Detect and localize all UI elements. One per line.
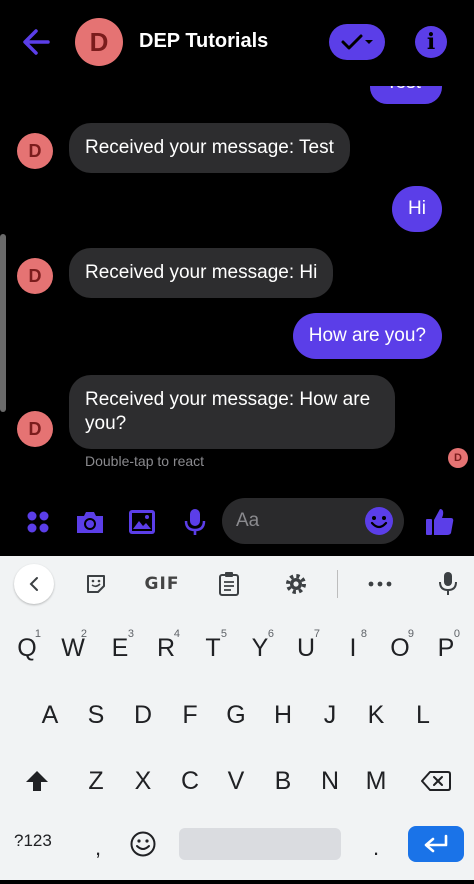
key-i[interactable]: I8 <box>333 622 373 674</box>
comma-key[interactable]: , <box>78 822 118 874</box>
backspace-icon[interactable] <box>414 755 458 807</box>
key-v[interactable]: V <box>216 755 256 807</box>
outgoing-message[interactable]: How are you? <box>292 313 442 359</box>
key-k[interactable]: K <box>356 689 396 741</box>
key-y[interactable]: Y6 <box>240 622 280 674</box>
symbols-key[interactable]: ?123 <box>14 831 52 851</box>
incoming-message[interactable]: Received your message: Hi <box>69 248 334 298</box>
key-h[interactable]: H <box>263 689 303 741</box>
gif-button[interactable]: GIF <box>138 568 186 600</box>
camera-icon[interactable] <box>72 504 108 540</box>
key-w[interactable]: W2 <box>53 622 93 674</box>
message-list[interactable]: Test D Received your message: Test Hi D … <box>0 86 474 496</box>
key-t[interactable]: T5 <box>193 622 233 674</box>
gallery-icon[interactable] <box>124 504 160 540</box>
keyboard-toolbar: GIF <box>0 556 474 612</box>
incoming-message[interactable]: Received your message: How are you? <box>69 375 395 449</box>
key-m[interactable]: M <box>356 755 396 807</box>
clipboard-icon[interactable] <box>213 568 245 600</box>
react-hint: Double-tap to react <box>85 453 205 469</box>
chevron-left-icon[interactable] <box>14 564 54 604</box>
seen-indicator-avatar: D <box>448 448 468 468</box>
message-input-box[interactable] <box>222 498 404 544</box>
message-input[interactable] <box>236 508 356 534</box>
outgoing-message[interactable]: Test <box>370 86 442 104</box>
enter-arrow-icon <box>424 834 448 853</box>
contact-name[interactable]: DEP Tutorials <box>139 30 268 53</box>
contact-avatar[interactable]: D <box>75 18 123 66</box>
check-dropdown-icon <box>341 34 373 50</box>
key-a[interactable]: A <box>30 689 70 741</box>
key-d[interactable]: D <box>123 689 163 741</box>
sender-avatar: D <box>17 258 53 294</box>
key-o[interactable]: O9 <box>380 622 420 674</box>
key-c[interactable]: C <box>170 755 210 807</box>
more-options-icon[interactable] <box>364 568 396 600</box>
emoji-icon[interactable] <box>364 506 394 536</box>
toolbar-divider <box>337 570 338 598</box>
apps-grid-icon[interactable] <box>20 504 56 540</box>
system-nav-bar <box>0 880 474 884</box>
sender-avatar: D <box>17 411 53 447</box>
key-n[interactable]: N <box>310 755 350 807</box>
enter-key[interactable] <box>408 826 464 862</box>
composer-bar <box>0 496 474 556</box>
sender-avatar: D <box>17 133 53 169</box>
key-q[interactable]: Q1 <box>7 622 47 674</box>
sticker-icon[interactable] <box>80 568 112 600</box>
info-icon[interactable]: i <box>415 26 447 58</box>
key-p[interactable]: P0 <box>426 622 466 674</box>
key-r[interactable]: R4 <box>146 622 186 674</box>
chat-header: D DEP Tutorials i <box>0 0 474 86</box>
key-e[interactable]: E3 <box>100 622 140 674</box>
shift-icon[interactable] <box>17 755 57 807</box>
key-j[interactable]: J <box>310 689 350 741</box>
incoming-message[interactable]: Received your message: Test <box>69 123 350 173</box>
back-arrow-icon[interactable] <box>18 24 58 60</box>
outgoing-message[interactable]: Hi <box>392 186 442 232</box>
key-u[interactable]: U7 <box>286 622 326 674</box>
microphone-icon[interactable] <box>177 504 213 540</box>
emoji-key-icon[interactable] <box>123 818 163 870</box>
gear-icon[interactable] <box>280 568 312 600</box>
key-s[interactable]: S <box>76 689 116 741</box>
scrollbar[interactable] <box>0 234 6 412</box>
space-bar[interactable] <box>179 828 341 860</box>
key-z[interactable]: Z <box>76 755 116 807</box>
voice-input-icon[interactable] <box>432 568 464 600</box>
period-key[interactable]: . <box>356 822 396 874</box>
keyboard: GIF Q1 W2 E3 R4 T 5 Y 6 U 7 I 8 O 9 P 0 … <box>0 556 474 884</box>
key-f[interactable]: F <box>170 689 210 741</box>
key-l[interactable]: L <box>403 689 443 741</box>
key-x[interactable]: X <box>123 755 163 807</box>
key-b[interactable]: B <box>263 755 303 807</box>
thumbs-up-icon[interactable] <box>422 504 458 540</box>
key-g[interactable]: G <box>216 689 256 741</box>
checkmark-menu-button[interactable] <box>329 24 385 60</box>
